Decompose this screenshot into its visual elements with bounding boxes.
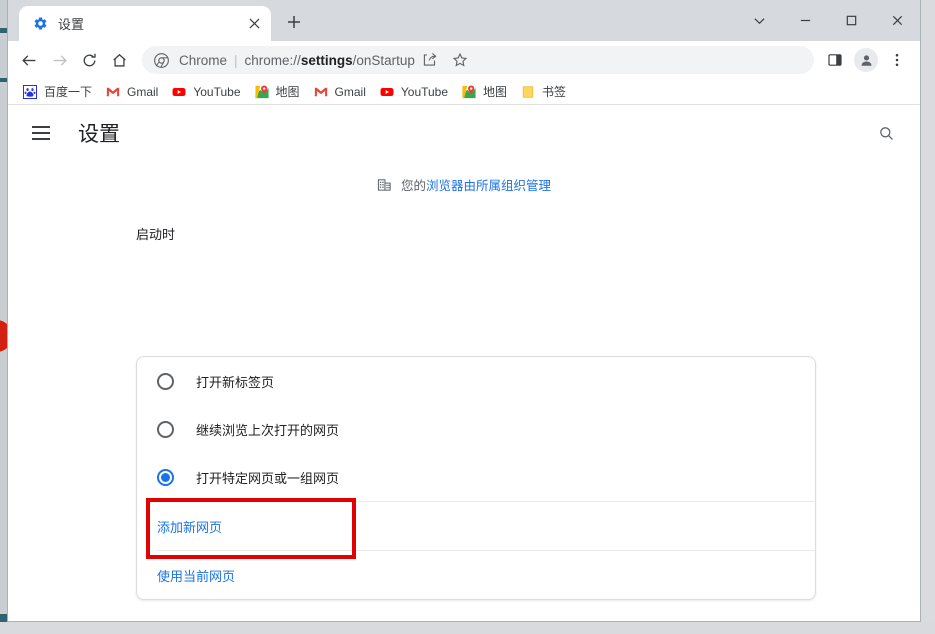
bookmark-baidu[interactable]: 百度一下 [18, 81, 99, 103]
settings-header: 设置 [8, 105, 920, 161]
omnibox-separator: | [234, 52, 238, 68]
maps-icon [254, 84, 270, 100]
address-bar[interactable]: Chrome | chrome://settings/onStartup [142, 46, 814, 74]
omnibox-url-prefix: chrome:// [244, 52, 301, 68]
gmail-icon [105, 84, 121, 100]
desktop-right-strip [921, 0, 935, 622]
managed-browser-banner[interactable]: 您的浏览器由所属组织管理 [8, 175, 920, 194]
bookmarks-bar: 百度一下 Gmail YouTube 地图 Gmail YouTube 地图 书… [8, 79, 920, 105]
organization-building-icon [377, 177, 392, 192]
startup-options-card: 打开新标签页 继续浏览上次打开的网页 打开特定网页或一组网页 添加新网页 使用当… [136, 356, 816, 600]
maximize-button[interactable] [828, 4, 874, 38]
chrome-logo-icon [153, 52, 169, 68]
browser-window: 设置 Chrome | chrome:// settings /onStartu… [7, 0, 921, 622]
browser-toolbar: Chrome | chrome://settings/onStartup [8, 41, 920, 79]
settings-page: 设置 您的浏览器由所属组织管理 启动时 打开新标签页 继续浏览上次打开的网页 打… [8, 105, 920, 621]
address-bar-text: Chrome | chrome://settings/onStartup [179, 53, 415, 68]
avatar[interactable] [854, 48, 878, 72]
minimize-button[interactable] [782, 4, 828, 38]
baidu-icon [22, 84, 38, 100]
bookmark-gmail-2[interactable]: Gmail [309, 81, 373, 103]
managed-banner-static: 您的 [400, 179, 426, 193]
window-controls [736, 0, 920, 41]
gmail-icon [313, 84, 329, 100]
bookmark-label: 百度一下 [44, 85, 93, 99]
bookmark-label: 书签 [542, 85, 567, 99]
forward-arrow-icon[interactable] [44, 45, 74, 75]
gear-icon [32, 16, 48, 32]
tab-title: 设置 [58, 17, 85, 32]
startup-option-continue[interactable]: 继续浏览上次打开的网页 [137, 405, 815, 453]
startup-option-specific-pages[interactable]: 打开特定网页或一组网页 [137, 453, 815, 501]
side-panel-icon[interactable] [820, 45, 850, 75]
bookmark-label: YouTube [193, 84, 241, 99]
tab-strip: 设置 [8, 0, 920, 41]
bookmark-youtube-1[interactable]: YouTube [167, 81, 247, 103]
omnibox-url-suffix: /onStartup [352, 52, 415, 68]
omnibox-url-bold: settings [300, 52, 353, 68]
hamburger-icon[interactable] [32, 120, 58, 146]
reload-icon[interactable] [74, 45, 104, 75]
use-current-pages-row[interactable]: 使用当前网页 [137, 551, 815, 599]
option-label: 继续浏览上次打开的网页 [196, 422, 340, 438]
bookmark-youtube-2[interactable]: YouTube [375, 81, 455, 103]
radio-button[interactable] [157, 420, 174, 438]
youtube-icon [171, 84, 187, 100]
page-title: 设置 [78, 123, 120, 146]
tab-settings[interactable]: 设置 [19, 6, 271, 41]
new-tab-button[interactable] [281, 9, 307, 35]
managed-banner-text: 您的浏览器由所属组织管理 [401, 175, 551, 194]
option-label: 打开新标签页 [196, 374, 275, 390]
bookmark-maps-1[interactable]: 地图 [250, 81, 307, 103]
bookmark-folder[interactable]: 书签 [516, 81, 573, 103]
startup-option-new-tab[interactable]: 打开新标签页 [137, 357, 815, 405]
close-button[interactable] [874, 4, 920, 38]
bookmark-label: Gmail [127, 84, 159, 99]
three-dot-menu-icon[interactable] [882, 45, 912, 75]
bookmark-label: 地图 [275, 85, 300, 99]
use-current-pages-link[interactable]: 使用当前网页 [157, 566, 235, 585]
search-icon[interactable] [872, 119, 900, 147]
radio-button-selected[interactable] [157, 468, 174, 486]
home-icon[interactable] [104, 45, 134, 75]
section-title: 启动时 [136, 227, 176, 242]
desktop-bottom-strip [0, 622, 935, 634]
back-arrow-icon[interactable] [14, 45, 44, 75]
bookmark-maps-2[interactable]: 地图 [457, 81, 514, 103]
add-new-page-row[interactable]: 添加新网页 [137, 502, 815, 550]
bookmark-label: 地图 [483, 85, 508, 99]
add-new-page-link[interactable]: 添加新网页 [157, 517, 222, 536]
bookmark-gmail-1[interactable]: Gmail [101, 81, 165, 103]
option-label: 打开特定网页或一组网页 [196, 470, 340, 486]
radio-button[interactable] [157, 372, 174, 390]
youtube-icon [379, 84, 395, 100]
bookmark-label: YouTube [400, 84, 449, 99]
star-icon[interactable] [445, 45, 475, 75]
managed-banner-link[interactable]: 浏览器由所属组织管理 [426, 179, 551, 193]
share-icon[interactable] [415, 45, 445, 75]
close-icon[interactable] [245, 15, 263, 33]
folder-icon [520, 84, 536, 100]
desktop-left-edge [0, 0, 7, 634]
bookmark-label: Gmail [334, 84, 366, 99]
omnibox-site-label: Chrome [179, 52, 228, 68]
tab-search-button[interactable] [736, 4, 782, 38]
omnibox-actions [415, 45, 475, 75]
maps-icon [461, 84, 477, 100]
